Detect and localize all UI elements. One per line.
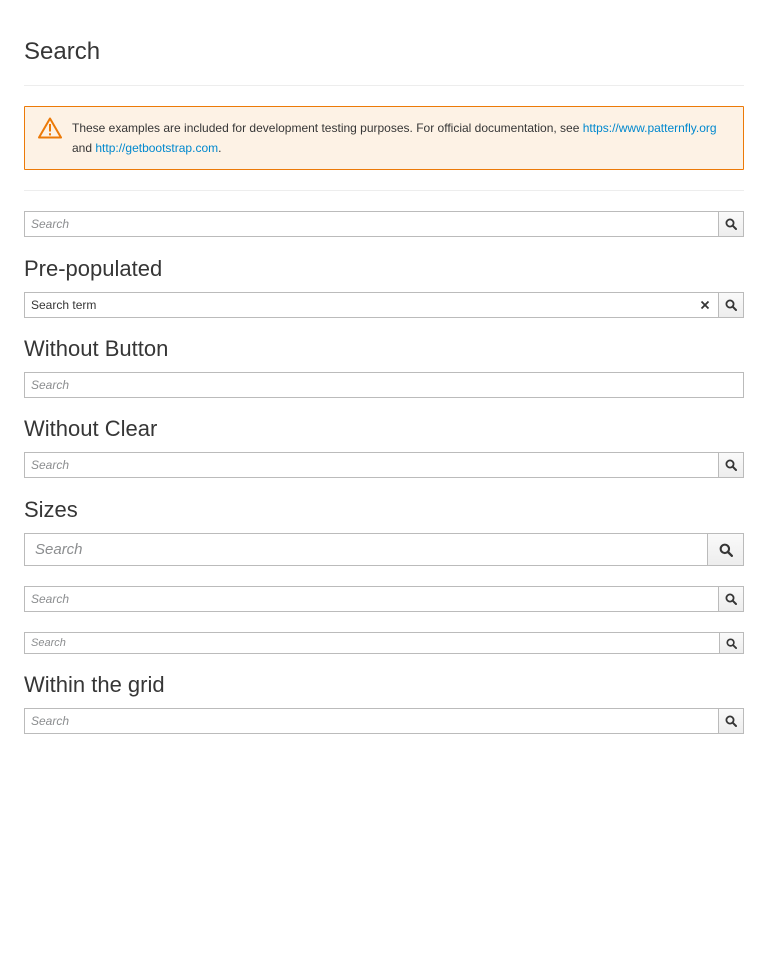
search-field	[24, 452, 719, 478]
search-icon	[725, 299, 737, 311]
search-icon	[725, 218, 737, 230]
alert-message: These examples are included for developm…	[72, 118, 731, 158]
search-medium	[24, 586, 744, 612]
search-field	[24, 533, 708, 566]
search-icon	[719, 543, 733, 557]
heading-without-clear: Without Clear	[24, 416, 158, 441]
search-input-large[interactable]	[35, 541, 697, 558]
search-input[interactable]	[31, 458, 712, 472]
search-icon	[725, 715, 737, 727]
search-button[interactable]	[719, 211, 744, 237]
search-without-button	[24, 372, 744, 398]
search-input[interactable]	[31, 217, 712, 231]
heading-without-button: Without Button	[24, 336, 169, 361]
heading-prepopulated: Pre-populated	[24, 256, 163, 281]
divider	[24, 85, 744, 86]
search-icon	[726, 637, 737, 649]
search-button[interactable]	[719, 708, 744, 734]
search-button[interactable]	[719, 292, 744, 318]
search-button[interactable]	[719, 586, 744, 612]
search-large	[24, 533, 744, 566]
search-field	[24, 632, 720, 654]
search-input[interactable]	[31, 378, 737, 392]
search-field	[24, 708, 719, 734]
search-input-prepopulated[interactable]	[31, 298, 712, 312]
search-field	[24, 292, 719, 318]
search-icon	[725, 459, 737, 471]
patternfly-link[interactable]: https://www.patternfly.org	[583, 121, 717, 135]
alert-conjunction: and	[72, 141, 93, 155]
alert-end: .	[218, 141, 222, 155]
search-button[interactable]	[708, 533, 744, 566]
page-title: Search	[24, 38, 101, 65]
search-field	[24, 586, 719, 612]
search-field	[24, 211, 719, 237]
search-small	[24, 632, 744, 654]
search-input-medium[interactable]	[31, 592, 712, 606]
heading-within-grid: Within the grid	[24, 672, 165, 697]
search-within-grid	[24, 708, 744, 734]
clear-button[interactable]	[698, 298, 712, 312]
search-field	[24, 372, 744, 398]
search-prepopulated	[24, 292, 744, 318]
search-input[interactable]	[31, 714, 712, 728]
search-button[interactable]	[719, 452, 744, 478]
search-basic	[24, 211, 744, 237]
warning-triangle-icon	[38, 117, 62, 139]
search-button[interactable]	[720, 632, 744, 654]
divider	[24, 190, 744, 191]
page: Search These examples are included for d…	[0, 0, 768, 953]
search-without-clear	[24, 452, 744, 478]
bootstrap-link[interactable]: http://getbootstrap.com	[95, 141, 218, 155]
search-icon	[725, 593, 737, 605]
close-icon	[700, 300, 710, 310]
search-input-small[interactable]	[31, 637, 713, 649]
heading-sizes: Sizes	[24, 497, 78, 522]
warning-alert: These examples are included for developm…	[24, 106, 744, 170]
alert-text: These examples are included for developm…	[72, 121, 580, 135]
